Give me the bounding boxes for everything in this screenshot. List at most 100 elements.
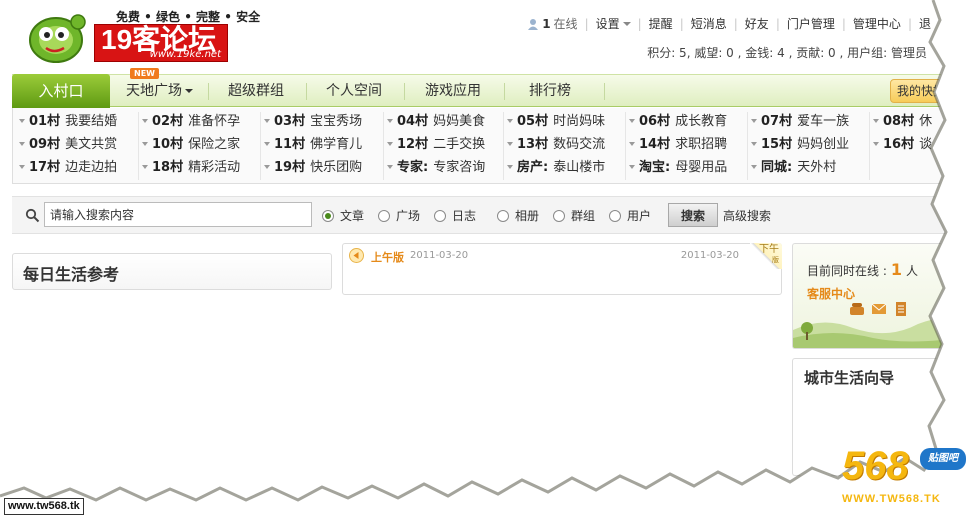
- watermark-url: WWW.TW568.TK: [842, 493, 941, 505]
- online-count: 1: [542, 16, 551, 31]
- village-link[interactable]: 01村 我要结婚: [19, 111, 117, 133]
- triangle-down-icon: [19, 119, 25, 123]
- triangle-down-icon: [751, 165, 757, 169]
- main-nav: 入村口 NEW 天地广场 超级群组 个人空间 游戏应用 排行榜 我的快捷: [12, 68, 971, 108]
- online-label: 在线: [553, 17, 578, 31]
- nav-item-groups[interactable]: 超级群组: [228, 75, 284, 107]
- next-edition-corner[interactable]: 下午版: [750, 243, 782, 269]
- triangle-down-icon: [751, 142, 757, 146]
- watermark-logo: 568: [842, 444, 909, 488]
- village-link[interactable]: 05村 时尚妈味: [507, 111, 605, 133]
- chevron-down-icon: [622, 22, 631, 26]
- portal-admin-link[interactable]: 门户管理: [787, 15, 835, 32]
- online-now: 目前同时在线 :1人: [807, 260, 919, 279]
- messages-link[interactable]: 短消息: [691, 15, 727, 32]
- search-option-user[interactable]: 用户: [609, 208, 651, 224]
- triangle-down-icon: [264, 119, 270, 123]
- village-grid: 01村 我要结婚 09村 美文共赏 17村 边走边拍 02村 准备怀孕 10村 保险之家 …: [12, 108, 971, 184]
- triangle-down-icon: [387, 142, 393, 146]
- triangle-down-icon: [507, 142, 513, 146]
- admin-center-link[interactable]: 管理中心: [853, 15, 901, 32]
- village-link[interactable]: 06村 成长教育: [629, 111, 727, 133]
- service-center-title: 客服中心: [807, 287, 856, 301]
- advanced-search-link[interactable]: 高级搜索: [723, 207, 771, 224]
- nav-item-square[interactable]: 天地广场: [126, 75, 193, 107]
- logout-link[interactable]: 退: [919, 15, 931, 32]
- radio-icon: [553, 210, 565, 222]
- search-option-square[interactable]: 广场: [378, 208, 420, 224]
- quick-links-button[interactable]: 我的快捷: [890, 79, 971, 103]
- watermark-left-url: www.tw568.tk: [4, 498, 84, 515]
- triangle-down-icon: [387, 165, 393, 169]
- edition-date-right: 2011-03-20: [680, 250, 739, 261]
- nav-item-games[interactable]: 游戏应用: [425, 75, 481, 107]
- watermark-bubble: 贴图吧: [920, 448, 966, 470]
- search-option-article[interactable]: 文章: [322, 208, 364, 224]
- village-link[interactable]: 16村谈: [873, 134, 932, 156]
- triangle-down-icon: [873, 142, 879, 146]
- triangle-down-icon: [507, 119, 513, 123]
- village-link[interactable]: 淘宝: 母婴用品: [629, 157, 727, 179]
- triangle-down-icon: [629, 119, 635, 123]
- radio-icon: [609, 210, 621, 222]
- nav-item-ranking[interactable]: 排行榜: [529, 75, 571, 107]
- site-logo[interactable]: 免费 • 绿色 • 完整 • 安全 19客论坛 www.19ke.net: [22, 4, 260, 64]
- triangle-down-icon: [264, 142, 270, 146]
- triangle-down-icon: [19, 165, 25, 169]
- user-icon: [528, 18, 539, 30]
- settings-link[interactable]: 设置: [596, 15, 631, 32]
- triangle-down-icon: [387, 119, 393, 123]
- search-icon: [25, 208, 40, 223]
- chevron-down-icon: [185, 89, 193, 93]
- header: 免费 • 绿色 • 完整 • 安全 19客论坛 www.19ke.net 1 在…: [0, 0, 971, 72]
- village-link[interactable]: 同城: 天外村: [751, 157, 836, 179]
- search-button[interactable]: 搜索: [668, 203, 718, 227]
- friends-link[interactable]: 好友: [745, 15, 769, 32]
- triangle-down-icon: [142, 142, 148, 146]
- nav-item-space[interactable]: 个人空间: [326, 75, 382, 107]
- landscape-decoration-icon: [793, 318, 971, 348]
- village-link[interactable]: 13村 数码交流: [507, 134, 605, 156]
- edition-panel: 上午版 2011-03-20 2011-03-20 下午版: [342, 243, 782, 295]
- daily-reference-panel: 每日生活参考: [12, 253, 332, 290]
- city-guide-title: 城市生活向导: [804, 369, 895, 387]
- village-link[interactable]: 17村 边走边拍: [19, 157, 117, 179]
- village-link[interactable]: 08村休: [873, 111, 932, 133]
- triangle-down-icon: [19, 142, 25, 146]
- village-link[interactable]: 02村 准备怀孕: [142, 111, 240, 133]
- village-link[interactable]: 11村 佛学育儿: [264, 134, 362, 156]
- nav-home-tab[interactable]: 入村口: [12, 74, 110, 108]
- village-link[interactable]: 14村 求职招聘: [629, 134, 727, 156]
- search-bar: 文章 广场 日志 相册 群组 用户 搜索 高级搜索: [12, 196, 971, 234]
- prev-arrow-icon[interactable]: [349, 248, 364, 263]
- user-stats: 积分: 5, 威望: 0 , 金钱: 4 , 贡献: 0 , 用户组: 管理员: [647, 46, 927, 60]
- village-link[interactable]: 19村 快乐团购: [264, 157, 362, 179]
- online-panel: 目前同时在线 :1人 客服中心: [792, 243, 971, 349]
- village-link[interactable]: 12村 二手交换: [387, 134, 485, 156]
- triangle-down-icon: [751, 119, 757, 123]
- triangle-down-icon: [142, 119, 148, 123]
- radio-icon: [378, 210, 390, 222]
- village-link[interactable]: 专家: 专家咨询: [387, 157, 485, 179]
- reminder-link[interactable]: 提醒: [649, 15, 673, 32]
- triangle-down-icon: [629, 165, 635, 169]
- village-link[interactable]: 15村 妈妈创业: [751, 134, 849, 156]
- turtle-mascot-icon: [29, 14, 86, 63]
- village-link[interactable]: 18村 精彩活动: [142, 157, 240, 179]
- search-option-blog[interactable]: 日志: [434, 208, 476, 224]
- triangle-down-icon: [264, 165, 270, 169]
- daily-reference-title: 每日生活参考: [23, 265, 120, 284]
- village-link[interactable]: 10村 保险之家: [142, 134, 240, 156]
- village-link[interactable]: 03村 宝宝秀场: [264, 111, 362, 133]
- village-link[interactable]: 09村 美文共赏: [19, 134, 117, 156]
- village-link[interactable]: 房产: 泰山楼市: [507, 157, 605, 179]
- search-option-album[interactable]: 相册: [497, 208, 539, 224]
- logo-url: www.19ke.net: [149, 49, 221, 60]
- triangle-down-icon: [629, 142, 635, 146]
- village-link[interactable]: 07村 爱车一族: [751, 111, 849, 133]
- search-input[interactable]: [44, 202, 312, 227]
- radio-checked-icon: [322, 210, 334, 222]
- village-link[interactable]: 04村 妈妈美食: [387, 111, 485, 133]
- triangle-down-icon: [507, 165, 513, 169]
- search-option-group[interactable]: 群组: [553, 208, 595, 224]
